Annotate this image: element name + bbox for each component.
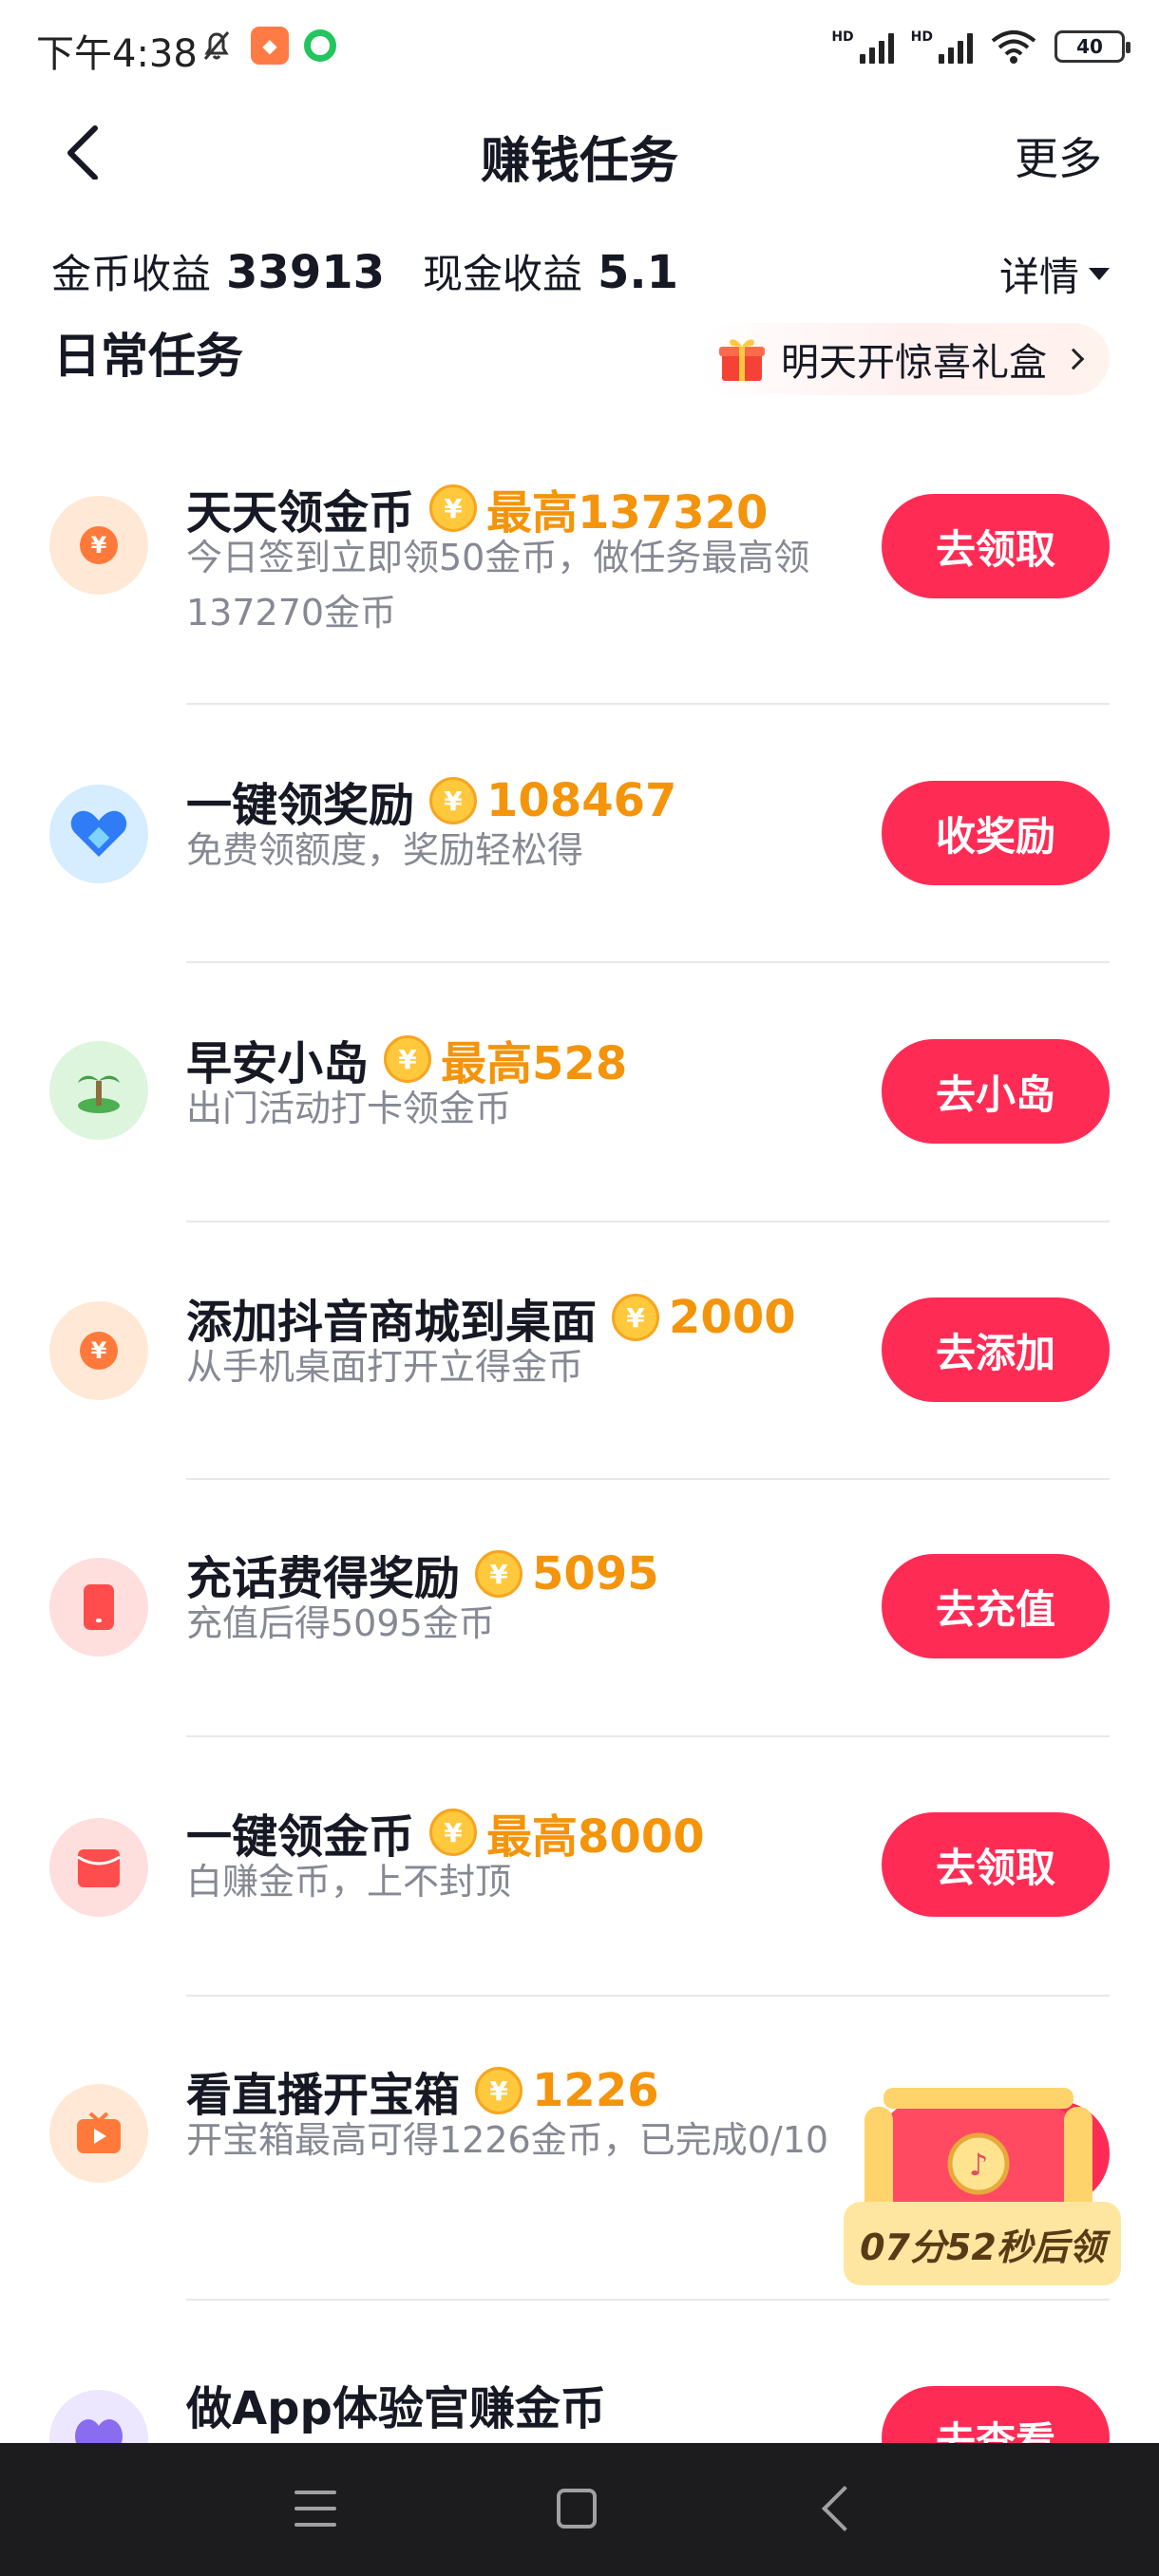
system-nav-bar: [0, 2443, 1159, 2576]
page-title: 赚钱任务: [480, 133, 678, 190]
task-description: 充值后得5095金币: [186, 1602, 495, 1644]
red-envelope-icon: [49, 1818, 148, 1917]
gold-coin-icon: ¥: [612, 1294, 660, 1341]
chevron-right-icon: [1062, 348, 1085, 370]
nav-bar: 赚钱任务 更多: [0, 100, 1159, 204]
treasure-countdown: 07分52秒后领: [844, 2202, 1121, 2285]
mute-bell-icon: [203, 31, 230, 60]
divider: [186, 1221, 1110, 1222]
gold-coin-icon: ¥: [429, 777, 478, 824]
section-title: 日常任务: [53, 329, 243, 384]
back-icon[interactable]: [821, 2485, 868, 2532]
status-time: 下午4:38: [36, 32, 198, 76]
task-description: 出门活动打卡领金币: [186, 1088, 512, 1129]
shop-app-icon: ◆: [251, 27, 289, 65]
divider: [186, 1735, 1110, 1737]
circle-app-icon: [304, 29, 336, 62]
task-description: 开宝箱最高可得1226金币，已完成0/10: [186, 2119, 829, 2161]
details-label: 详情: [998, 254, 1079, 300]
divider: [186, 1995, 1110, 1997]
task-reward: 1226: [532, 2064, 659, 2117]
svg-text:♪: ♪: [969, 2147, 988, 2183]
menu-icon[interactable]: [294, 2491, 336, 2527]
task-description: 白赚金币，上不封顶: [186, 1861, 512, 1903]
earnings-summary: 金币收益 33913 现金收益 5.1: [51, 242, 716, 300]
gift-banner-text: 明天开惊喜礼盒: [781, 341, 1047, 385]
claim-coins-button[interactable]: 去领取: [882, 1812, 1110, 1917]
gold-coin-icon: ¥: [475, 2067, 523, 2114]
coin-icon: ¥: [49, 496, 148, 595]
wifi-icon: [991, 30, 1036, 64]
task-title: 做App体验官赚金币: [186, 2382, 606, 2435]
coin-earnings-label: 金币收益: [51, 251, 212, 297]
gold-coin-icon: ¥: [475, 1550, 523, 1598]
go-island-button[interactable]: 去小岛: [882, 1039, 1110, 1144]
live-tv-icon: [49, 2084, 148, 2183]
task-description: 从手机桌面打开立得金币: [186, 1346, 584, 1388]
gift-box-icon: [719, 339, 765, 381]
task-description: 今日签到立即领50金币，做任务最高领137270金币: [186, 537, 810, 634]
gold-coin-icon: ¥: [429, 484, 478, 532]
task-reward: 108467: [486, 774, 677, 827]
recharge-button[interactable]: 去充值: [882, 1554, 1110, 1658]
details-dropdown[interactable]: 详情: [999, 245, 1110, 303]
cash-earnings-label: 现金收益: [423, 251, 583, 297]
signal-1-icon: HD: [831, 29, 894, 64]
island-icon: [49, 1041, 148, 1140]
caret-down-icon: [1089, 268, 1110, 280]
gold-coin-icon: ¥: [384, 1035, 432, 1083]
surprise-gift-banner[interactable]: 明天开惊喜礼盒: [697, 323, 1110, 395]
coin-icon: ¥: [49, 1301, 148, 1400]
claim-button[interactable]: 去领取: [882, 494, 1110, 598]
status-bar: 下午4:38 ◆ HD HD 40: [0, 0, 1159, 95]
task-reward: 2000: [669, 1291, 796, 1344]
signal-2-icon: HD: [911, 29, 973, 64]
heart-icon: [49, 785, 148, 883]
collect-reward-button[interactable]: 收奖励: [882, 781, 1110, 885]
divider: [186, 2299, 1110, 2301]
battery-icon: 40: [1054, 30, 1130, 63]
divider: [186, 703, 1110, 705]
home-icon[interactable]: [557, 2489, 597, 2529]
gold-coin-icon: ¥: [429, 1809, 478, 1856]
task-description: 免费领额度，奖励轻松得: [186, 829, 584, 871]
more-button[interactable]: 更多: [1015, 124, 1102, 187]
divider: [186, 1478, 1110, 1480]
phone-icon: [49, 1558, 148, 1657]
task-reward: 5095: [532, 1547, 659, 1601]
divider: [186, 961, 1110, 963]
coin-earnings-value: 33913: [226, 246, 386, 299]
add-to-desktop-button[interactable]: 去添加: [882, 1297, 1110, 1402]
cash-earnings-value: 5.1: [598, 246, 679, 299]
